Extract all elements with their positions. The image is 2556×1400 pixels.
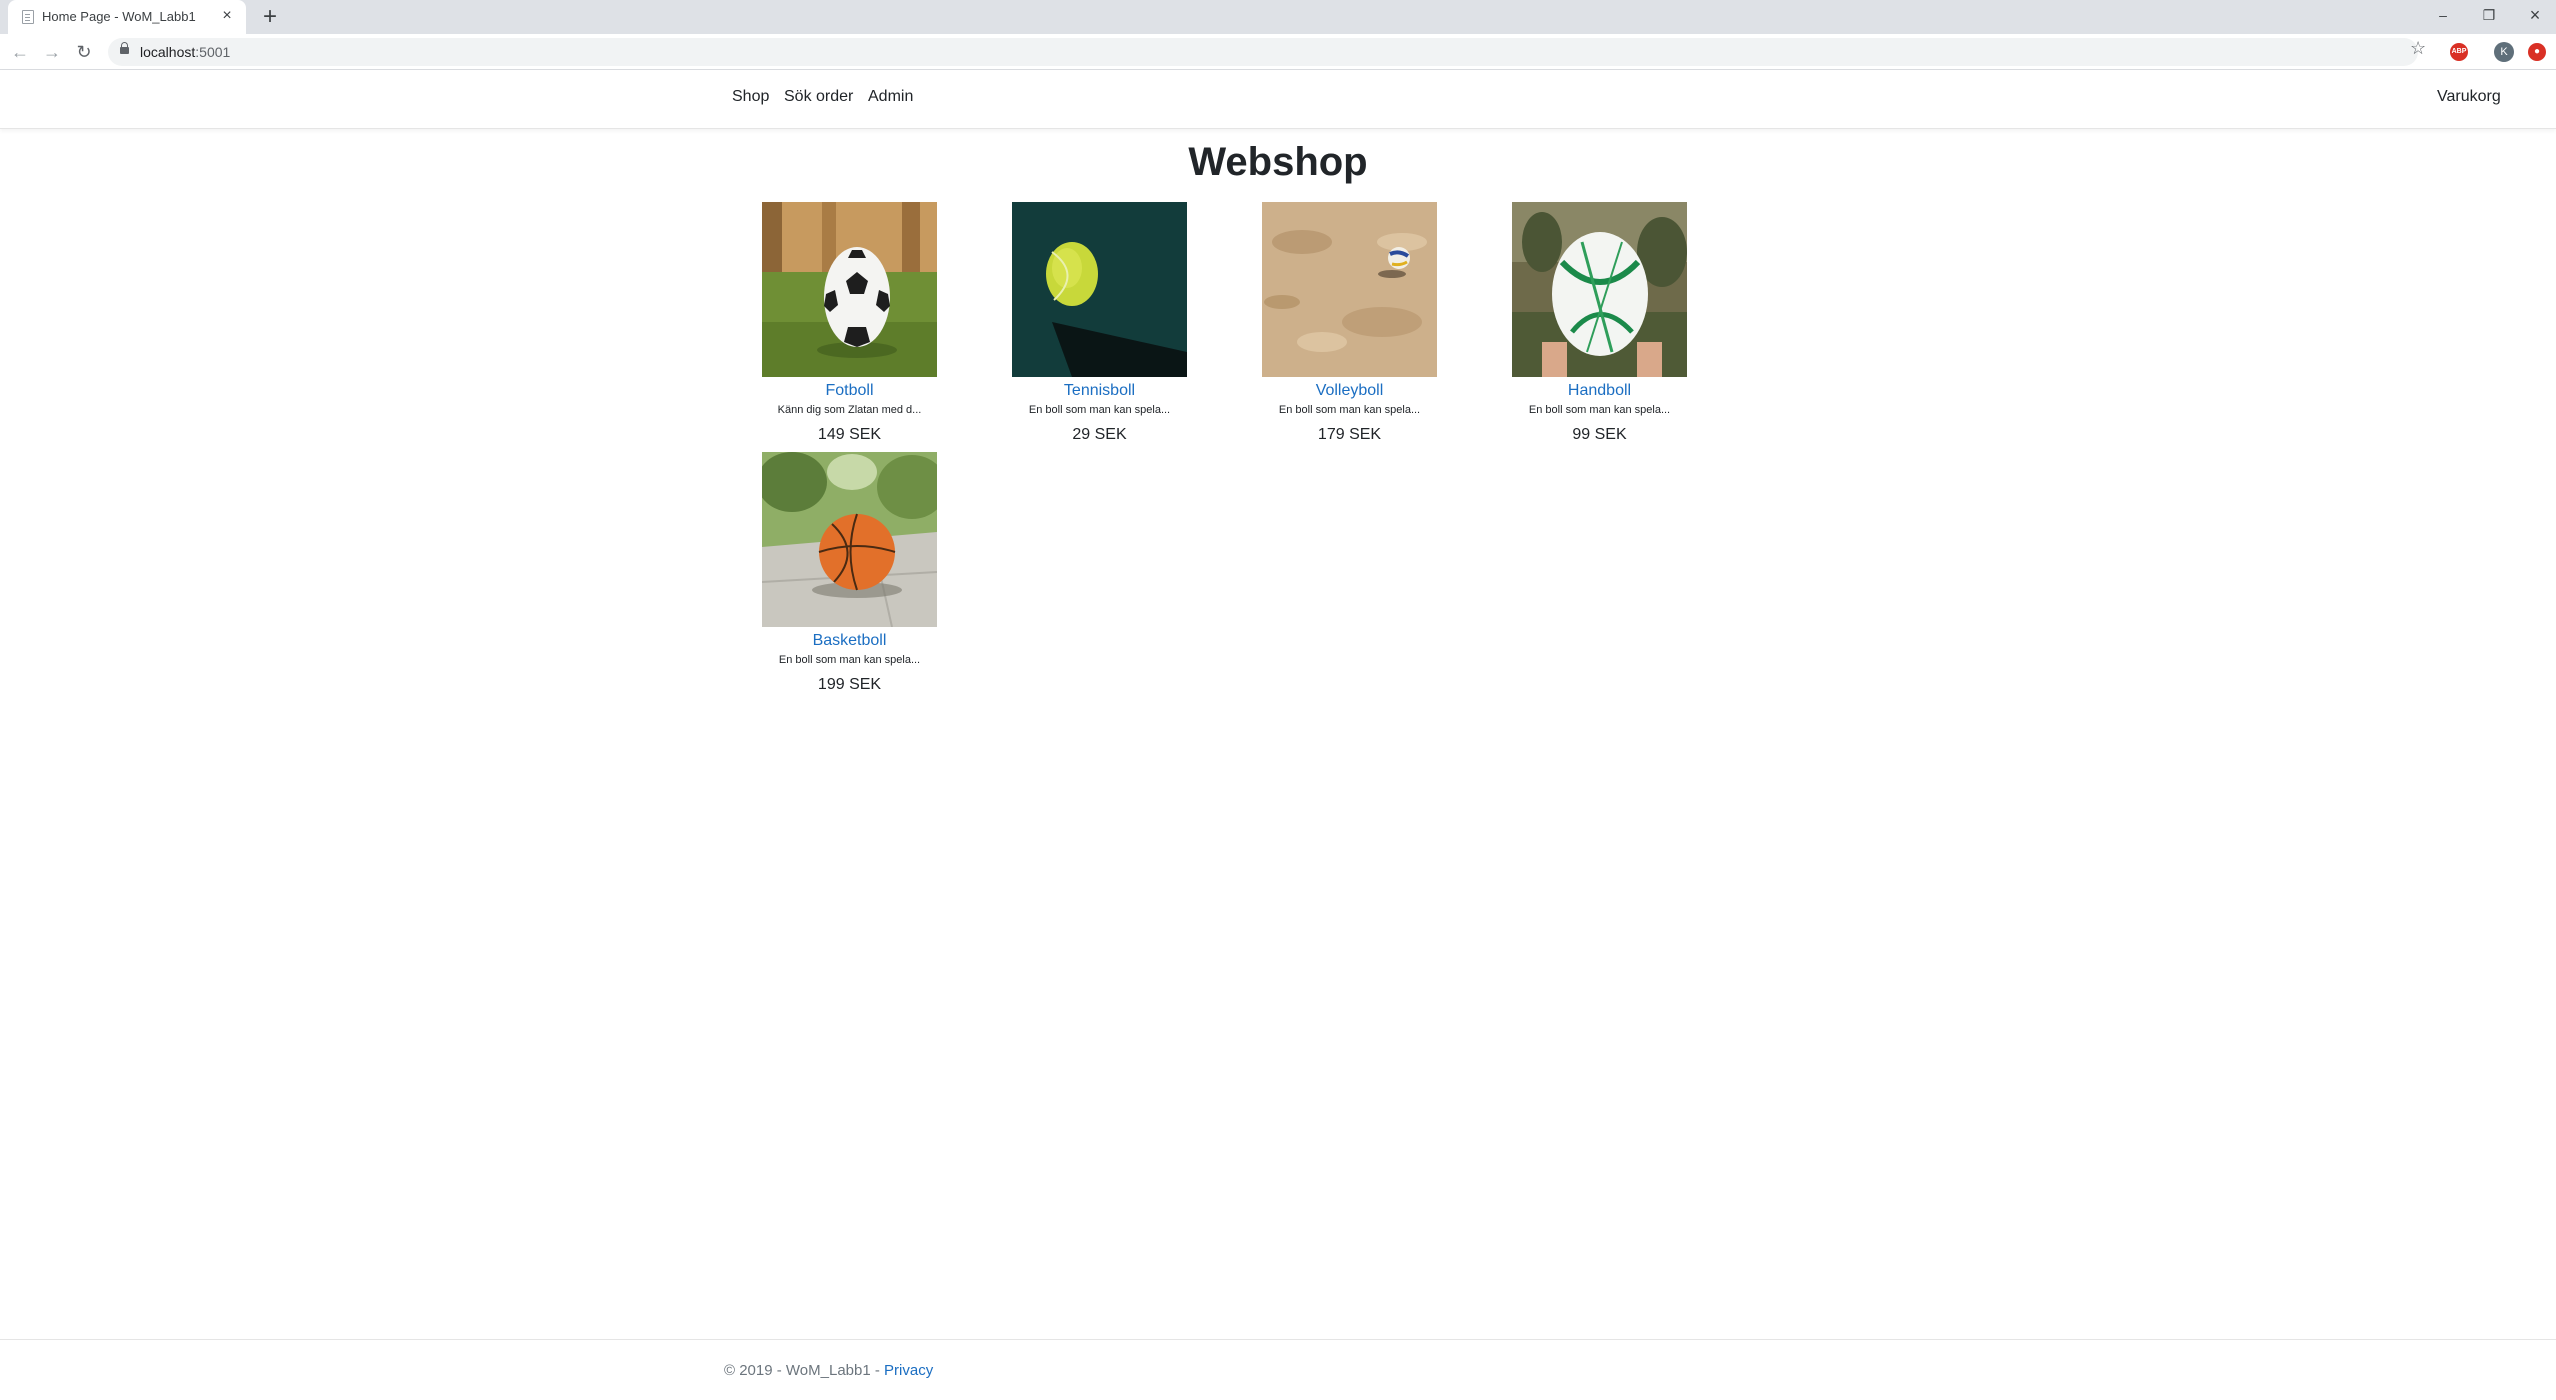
product-price: 29 SEK [1072,426,1127,443]
footer-text: © 2019 - WoM_Labb1 - Privacy [724,1362,933,1379]
product-price: 99 SEK [1572,426,1627,443]
product-price: 199 SEK [817,676,882,693]
product-name-link[interactable]: Fotboll [762,382,937,400]
profile-avatar[interactable]: K [2494,42,2514,62]
extension-icon[interactable]: ● [2528,43,2546,61]
browser-toolbar: ← → ↻ localhost:5001 [0,34,2556,70]
product-name-link[interactable]: Basketboll [762,632,937,650]
product-card: Tennisboll En boll som man kan spela... … [1012,202,1187,444]
product-card: Volleyboll En boll som man kan spela... … [1262,202,1437,444]
site-navbar: Shop Sök order Admin Varukorg [0,70,2556,129]
product-image-basketboll[interactable] [762,452,937,627]
tab-title: Home Page - WoM_Labb1 [42,9,196,24]
product-name-link[interactable]: Tennisboll [1012,382,1187,400]
product-image-fotboll[interactable] [762,202,937,377]
footer-copyright: © 2019 - WoM_Labb1 - [724,1362,885,1379]
product-name-link[interactable]: Handboll [1512,382,1687,400]
product-description: En boll som man kan spela... [1528,404,1671,416]
product-description: En boll som man kan spela... [1278,404,1421,416]
product-image-handboll[interactable] [1512,202,1687,377]
product-price: 179 SEK [1317,426,1382,443]
browser-tab[interactable]: Home Page - WoM_Labb1 × [8,0,246,34]
product-description: En boll som man kan spela... [1028,404,1171,416]
url-host: localhost [140,44,196,60]
page-favicon-icon [22,10,34,24]
product-price: 149 SEK [817,426,882,443]
nav-link-admin[interactable]: Admin [868,88,913,106]
privacy-link[interactable]: Privacy [884,1362,933,1379]
nav-link-shop[interactable]: Shop [732,88,769,106]
adblock-extension-icon[interactable]: ABP [2450,43,2468,61]
lock-icon [120,42,129,54]
product-description: En boll som man kan spela... [778,654,921,666]
product-card: Fotboll Känn dig som Zlatan med d... 149… [762,202,937,444]
forward-arrow-icon[interactable]: → [38,38,66,66]
bookmark-star-icon[interactable]: ☆ [2410,38,2426,59]
back-arrow-icon[interactable]: ← [6,38,34,66]
url-port: :5001 [195,44,231,60]
product-image-volleyboll[interactable] [1262,202,1437,377]
nav-link-sok-order[interactable]: Sök order [784,88,853,106]
tab-close-icon[interactable]: × [218,7,236,25]
product-name-link[interactable]: Volleyboll [1262,382,1437,400]
browser-tabstrip: Home Page - WoM_Labb1 × + – ❐ × [0,0,2556,34]
site-footer: © 2019 - WoM_Labb1 - Privacy [0,1339,2556,1400]
nav-link-cart[interactable]: Varukorg [2437,88,2501,106]
window-minimize-button[interactable]: – [2420,0,2466,30]
window-close-button[interactable]: × [2512,0,2556,30]
product-card: Basketboll En boll som man kan spela... … [762,452,937,694]
product-description: Känn dig som Zlatan med d... [777,404,922,416]
new-tab-button[interactable]: + [256,3,284,31]
url-text[interactable]: localhost:5001 [140,44,230,60]
window-maximize-button[interactable]: ❐ [2466,0,2512,30]
address-bar[interactable]: localhost:5001 [108,38,2418,66]
page-title: Webshop [1188,140,1368,184]
reload-icon[interactable]: ↻ [70,38,98,66]
product-image-tennisboll[interactable] [1012,202,1187,377]
product-card: Handboll En boll som man kan spela... 99… [1512,202,1687,444]
